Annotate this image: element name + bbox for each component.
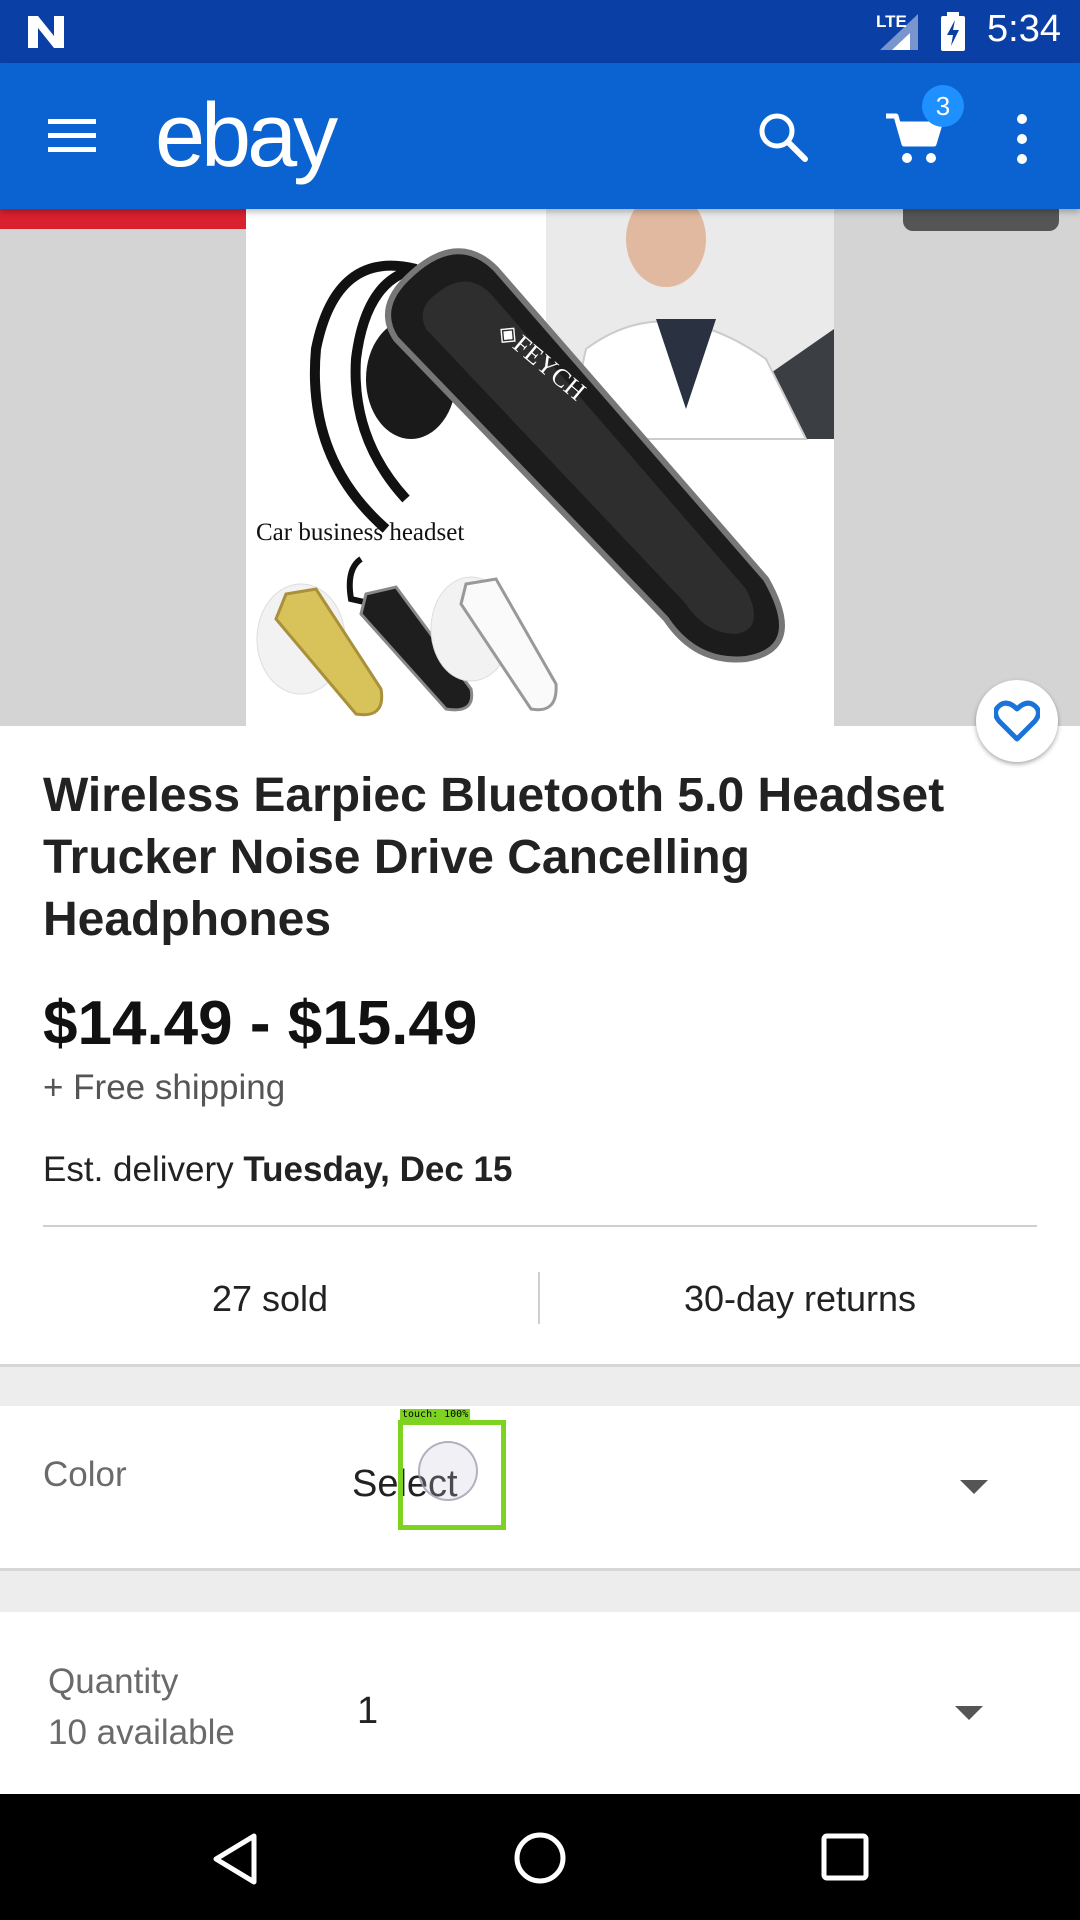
item-title: Wireless Earpiec Bluetooth 5.0 Headset T…: [43, 769, 945, 946]
home-icon[interactable]: [512, 1830, 568, 1886]
notification-n-icon: [28, 16, 64, 48]
quantity-value[interactable]: 1: [357, 1690, 378, 1733]
app-bar: ebay 3: [0, 63, 1080, 209]
returns-policy[interactable]: 30-day returns: [540, 1278, 1060, 1320]
headset-illustration: ◈FEYCH: [256, 209, 834, 717]
battery-charging-icon: [941, 12, 965, 51]
color-label: Color: [43, 1455, 127, 1494]
recent-apps-icon[interactable]: [820, 1832, 870, 1882]
quantity-available: 10 available: [48, 1713, 235, 1752]
image-counter-chip: [903, 209, 1059, 231]
delivery-estimate: Est. delivery Tuesday, Dec 15: [43, 1150, 512, 1190]
ebay-logo[interactable]: ebay: [155, 85, 338, 188]
clock: 5:34: [987, 8, 1061, 50]
network-type: LTE: [876, 12, 907, 31]
quantity-label: Quantity: [48, 1662, 179, 1701]
color-selector[interactable]: Color Select: [0, 1406, 1080, 1568]
item-price: $14.49 - $15.49: [43, 989, 478, 1058]
sold-count[interactable]: 27 sold: [0, 1278, 540, 1320]
quantity-dropdown-arrow-icon[interactable]: [955, 1706, 983, 1720]
image-caption: Car business headset: [256, 519, 465, 546]
section-gap: [0, 1364, 1080, 1409]
status-bar: LTE 5:34: [0, 0, 1080, 63]
product-photo[interactable]: ◈FEYCH Car business headset: [246, 209, 834, 726]
watch-button[interactable]: [976, 680, 1058, 762]
delivery-date: Tuesday, Dec 15: [243, 1150, 513, 1189]
back-icon[interactable]: [210, 1832, 260, 1886]
quantity-selector[interactable]: Quantity 10 available 1: [0, 1612, 1080, 1794]
delivery-prefix: Est. delivery: [43, 1150, 244, 1189]
color-dropdown-arrow-icon[interactable]: [960, 1480, 988, 1494]
shipping-info: + Free shipping: [43, 1068, 286, 1107]
touch-indicator-label: touch: 100%: [400, 1409, 471, 1420]
hamburger-menu-icon[interactable]: [44, 113, 100, 159]
system-navigation-bar: [0, 1794, 1080, 1920]
section-gap: [0, 1568, 1080, 1615]
heart-icon: [994, 700, 1040, 742]
cart-count-badge: 3: [922, 85, 964, 127]
more-options-icon[interactable]: [1010, 111, 1034, 167]
search-icon[interactable]: [755, 109, 811, 165]
divider: [43, 1225, 1037, 1227]
product-image-carousel[interactable]: ◈FEYCH Car business headset: [0, 209, 1080, 726]
touch-ripple: [418, 1441, 478, 1501]
